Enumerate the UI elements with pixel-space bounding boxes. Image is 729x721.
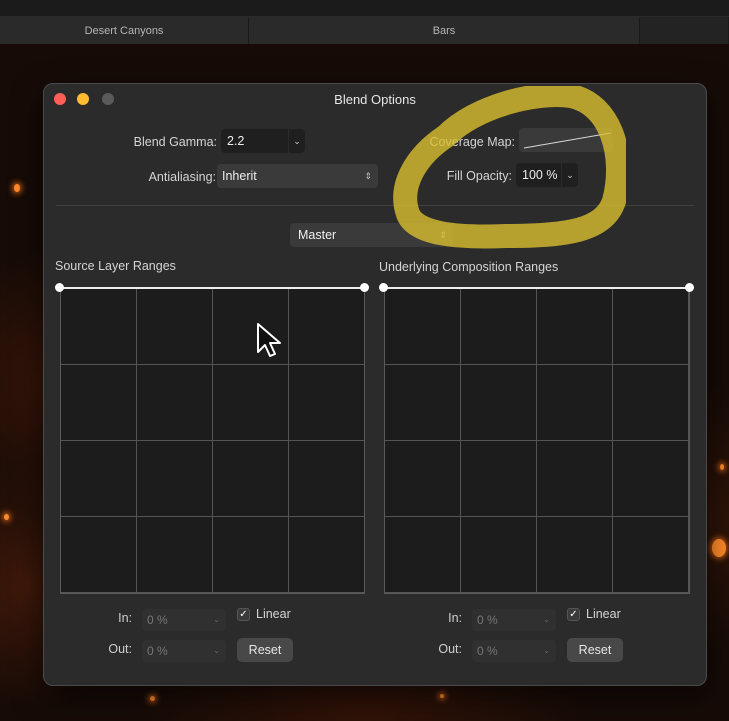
blend-gamma-value: 2.2 (227, 134, 245, 148)
tab-bars[interactable]: Bars (249, 17, 640, 44)
ember (712, 539, 726, 557)
source-out-field[interactable]: 0 % ⌄ (142, 640, 226, 662)
top-strip (0, 0, 729, 17)
source-out-value: 0 % (147, 644, 168, 658)
source-linear-checkbox[interactable]: ✓ (237, 608, 250, 621)
source-in-label: In: (118, 611, 132, 625)
tab-desert-canyons[interactable]: Desert Canyons (0, 17, 249, 44)
source-right-handle[interactable] (360, 283, 369, 292)
up-down-arrows-icon: ⇕ (364, 171, 372, 181)
underlying-out-field[interactable]: 0 % ⌄ (472, 640, 556, 662)
underlying-in-label: In: (448, 611, 462, 625)
coverage-map-picker[interactable] (519, 128, 613, 152)
up-down-arrows-icon: ⇕ (439, 230, 447, 240)
antialiasing-label: Antialiasing: (148, 170, 216, 184)
source-out-label: Out: (108, 642, 132, 656)
antialiasing-popup[interactable]: Inherit ⇕ (217, 164, 378, 188)
underlying-composition-ranges-title: Underlying Composition Ranges (379, 260, 559, 274)
ember (150, 696, 155, 701)
blend-gamma-label: Blend Gamma: (133, 135, 217, 149)
title-bar[interactable]: Blend Options (44, 84, 706, 116)
fill-opacity-label: Fill Opacity: (446, 169, 512, 183)
antialiasing-value: Inherit (222, 169, 257, 183)
blend-options-dialog: Blend Options Blend Gamma: 2.2 ⌄ Antiali… (43, 83, 707, 686)
underlying-in-value: 0 % (477, 613, 498, 627)
channel-value: Master (298, 228, 337, 242)
source-linear-label: Linear (256, 607, 291, 621)
source-left-handle[interactable] (55, 283, 64, 292)
underlying-linear-checkbox[interactable]: ✓ (567, 608, 580, 621)
ember (440, 694, 444, 698)
chevron-down-icon: ⌄ (543, 615, 550, 624)
source-in-field[interactable]: 0 % ⌄ (142, 609, 226, 631)
underlying-ranges-graph[interactable] (384, 288, 690, 594)
source-reset-button[interactable]: Reset (237, 638, 293, 662)
underlying-reset-button[interactable]: Reset (567, 638, 623, 662)
ember (14, 184, 20, 192)
underlying-left-handle[interactable] (379, 283, 388, 292)
coverage-curve-icon (523, 132, 611, 149)
underlying-range-curve (384, 287, 690, 289)
fill-opacity-field[interactable]: 100 % ⌄ (516, 163, 578, 187)
ember (4, 514, 9, 520)
underlying-out-label: Out: (438, 642, 462, 656)
fill-opacity-value: 100 % (522, 168, 558, 182)
source-in-value: 0 % (147, 613, 168, 627)
dialog-title: Blend Options (334, 92, 416, 107)
chevron-down-icon: ⌄ (213, 615, 220, 624)
ember (720, 464, 724, 470)
underlying-in-field[interactable]: 0 % ⌄ (472, 609, 556, 631)
blend-gamma-field[interactable]: 2.2 ⌄ (221, 129, 305, 153)
chevron-down-icon[interactable]: ⌄ (561, 163, 578, 187)
coverage-map-label: Coverage Map: (429, 135, 515, 149)
source-layer-ranges-title: Source Layer Ranges (55, 259, 176, 273)
chevron-down-icon[interactable]: ⌄ (288, 129, 305, 153)
channel-popup[interactable]: Master ⇕ (290, 223, 453, 247)
source-ranges-graph[interactable] (60, 288, 365, 594)
underlying-right-handle[interactable] (685, 283, 694, 292)
underlying-out-value: 0 % (477, 644, 498, 658)
document-tab-bar: Desert Canyons Bars (0, 17, 729, 45)
chevron-down-icon: ⌄ (213, 646, 220, 655)
underlying-linear-label: Linear (586, 607, 621, 621)
mouse-cursor-icon (257, 323, 281, 357)
tab-empty[interactable] (640, 17, 729, 44)
source-range-curve (60, 287, 365, 289)
separator (56, 205, 694, 206)
chevron-down-icon: ⌄ (543, 646, 550, 655)
